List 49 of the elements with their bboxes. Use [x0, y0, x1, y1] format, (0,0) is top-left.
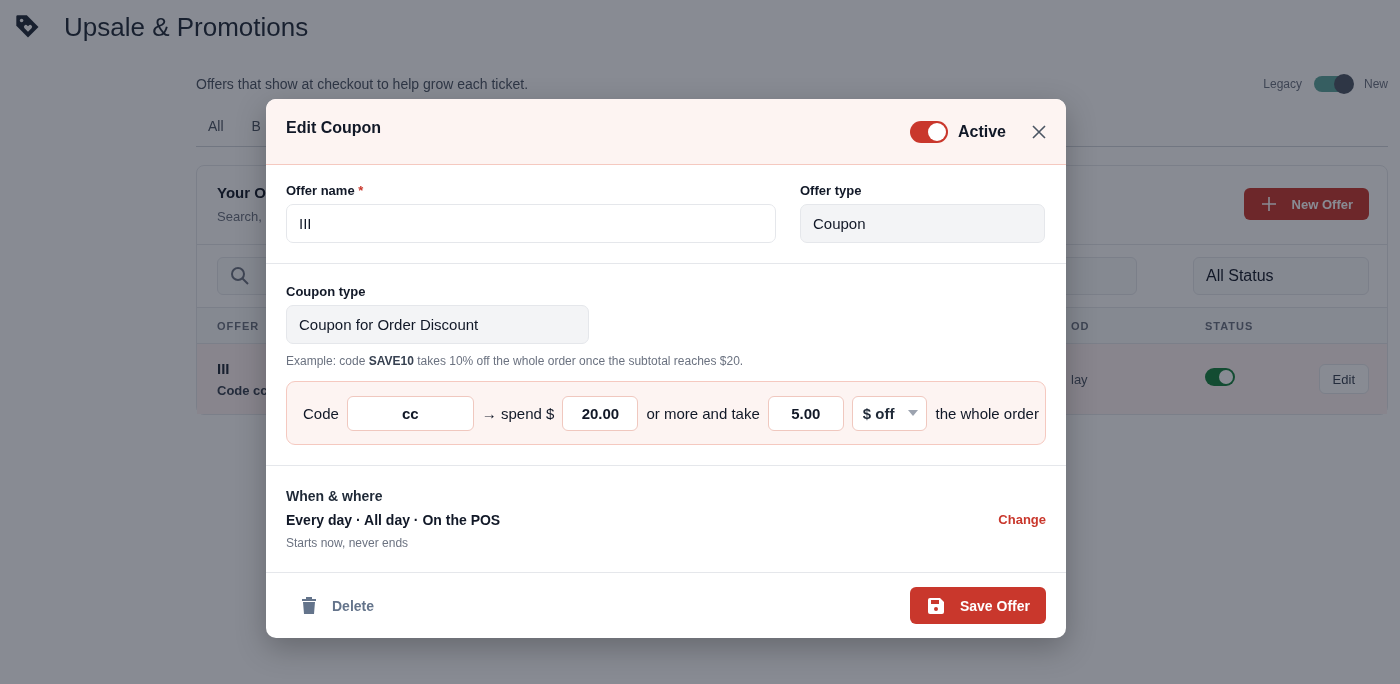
- rule-text: Code: [303, 404, 339, 422]
- field-label: Offer type: [800, 183, 863, 198]
- dialog-title: Edit Coupon: [286, 118, 382, 137]
- status-select[interactable]: All Status: [1193, 257, 1369, 295]
- rule-input[interactable]: 20.00: [562, 395, 639, 431]
- trash-icon: [302, 597, 316, 614]
- search-icon: [230, 266, 250, 286]
- active-label: Active: [957, 122, 1006, 141]
- card-title: Your O: [217, 184, 266, 201]
- page-subtitle: Offers that show at checkout to help grow each ticket.: [196, 76, 529, 92]
- rule-text: → spend $: [481, 404, 555, 422]
- status-toggle[interactable]: [1205, 368, 1235, 386]
- field-label: Offer name *: [286, 183, 365, 198]
- caret-icon: [908, 410, 919, 416]
- offer-name: III: [217, 360, 231, 377]
- mode-toggle[interactable]: [1314, 76, 1352, 92]
- card-subtitle: Search,: [217, 209, 263, 224]
- rule-input[interactable]: cc: [346, 395, 474, 431]
- column-header: STATUS: [1205, 319, 1254, 332]
- new-offer-button[interactable]: New Offer: [1243, 188, 1369, 220]
- column-header: OD: [1071, 319, 1090, 332]
- section-title: When & where: [286, 488, 384, 504]
- discount-type-select[interactable]: $ off: [851, 395, 928, 431]
- filter-tab[interactable]: All: [208, 118, 224, 134]
- schedule-detail: Starts now, never ends: [286, 536, 410, 550]
- schedule-summary: Every day · All day · On the POS: [286, 512, 501, 528]
- active-toggle[interactable]: [909, 120, 948, 143]
- close-icon: [1032, 124, 1046, 139]
- offer-detail: Code cc: [217, 383, 268, 398]
- field-label: Coupon type: [286, 284, 367, 299]
- close-button[interactable]: [1032, 124, 1046, 139]
- rule-text: the whole order: [935, 404, 1039, 422]
- rule-text: or more and take: [646, 404, 760, 422]
- page-title: Upsale & Promotions: [64, 11, 309, 43]
- mode-label: Legacy: [1263, 77, 1302, 91]
- column-header: OFFER: [217, 319, 260, 332]
- example-hint: Example: code SAVE10 takes 10% off the whole order once the subtotal reaches $20.: [286, 354, 745, 368]
- delete-button[interactable]: Delete: [302, 597, 375, 614]
- filter-tab[interactable]: B: [251, 118, 261, 134]
- coupon-type-select[interactable]: Coupon for Order Discount: [286, 305, 589, 344]
- edit-button[interactable]: Edit: [1318, 364, 1369, 394]
- plus-icon: [1261, 197, 1276, 211]
- rule-input[interactable]: 5.00: [767, 395, 844, 431]
- save-offer-button[interactable]: Save Offer: [909, 587, 1046, 624]
- table-cell: lay: [1071, 371, 1088, 387]
- change-link[interactable]: Change: [998, 511, 1046, 527]
- offer-name-input[interactable]: III: [286, 204, 776, 243]
- offer-type-field[interactable]: Coupon: [800, 204, 1045, 243]
- mode-label: New: [1364, 77, 1388, 91]
